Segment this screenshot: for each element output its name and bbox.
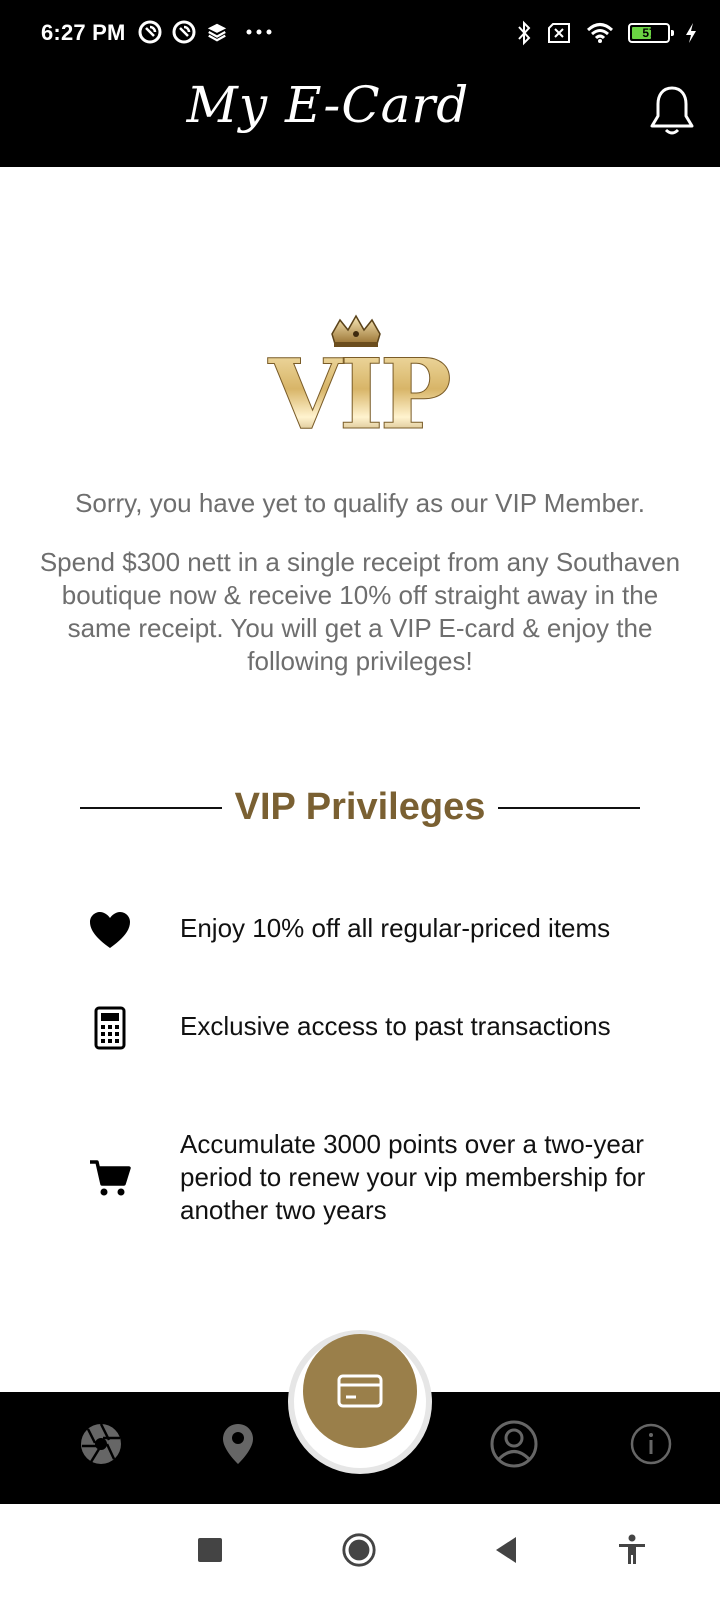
privileges-heading: VIP Privileges bbox=[80, 786, 640, 830]
aperture-icon bbox=[81, 1423, 121, 1464]
info-icon bbox=[630, 1423, 672, 1465]
accessibility-icon bbox=[619, 1534, 645, 1564]
vip-logo-text: VIP bbox=[267, 338, 449, 442]
accessibility-button[interactable] bbox=[614, 1532, 650, 1568]
status-system-icons: 57 bbox=[516, 20, 698, 46]
nav-gallery-button[interactable] bbox=[77, 1420, 125, 1468]
home-circle-icon bbox=[342, 1533, 376, 1567]
privilege-text: Exclusive access to past transactions bbox=[180, 1011, 611, 1041]
charging-icon bbox=[686, 23, 696, 43]
app-header: My E-Card bbox=[0, 70, 720, 167]
location-pin-icon bbox=[223, 1424, 253, 1464]
card-icon bbox=[337, 1374, 383, 1408]
nav-profile-button[interactable] bbox=[490, 1420, 538, 1468]
battery-level: 57 bbox=[642, 26, 656, 40]
status-time: 6:27 PM bbox=[41, 20, 126, 45]
privilege-text: Enjoy 10% off all regular-priced items bbox=[180, 913, 611, 943]
page-title: My E-Card bbox=[186, 76, 470, 134]
ecard-button[interactable] bbox=[303, 1334, 417, 1448]
more-dots-icon bbox=[246, 29, 272, 35]
profile-icon bbox=[490, 1420, 538, 1468]
layers-icon bbox=[207, 23, 227, 42]
notification-app-icon bbox=[172, 20, 196, 44]
recents-button[interactable] bbox=[192, 1532, 228, 1568]
bluetooth-icon bbox=[518, 20, 531, 46]
battery-tip bbox=[671, 30, 674, 36]
cart-icon bbox=[90, 1160, 131, 1196]
heart-icon bbox=[90, 912, 130, 948]
notification-app-icon bbox=[138, 20, 162, 44]
calculator-icon bbox=[94, 1006, 126, 1050]
bell-icon[interactable] bbox=[648, 84, 696, 138]
recents-square-icon bbox=[198, 1538, 222, 1562]
status-bar: 6:27 PM 57 bbox=[0, 0, 720, 70]
system-nav-bar bbox=[0, 1504, 720, 1600]
battery-icon: 57 bbox=[628, 23, 674, 43]
vip-logo: VIP bbox=[267, 314, 454, 442]
status-notification-icons bbox=[138, 20, 274, 44]
back-triangle-icon bbox=[496, 1537, 516, 1563]
home-button[interactable] bbox=[341, 1532, 377, 1568]
wifi-icon bbox=[586, 23, 614, 43]
nav-info-button[interactable] bbox=[627, 1420, 675, 1468]
privilege-text: Accumulate 3000 points over a two-year p… bbox=[180, 1129, 646, 1225]
no-sim-icon bbox=[548, 23, 570, 43]
not-qualified-message: Sorry, you have yet to qualify as our VI… bbox=[75, 488, 645, 518]
back-button[interactable] bbox=[488, 1532, 524, 1568]
nav-location-button[interactable] bbox=[214, 1420, 262, 1468]
divider-line bbox=[498, 807, 640, 809]
spend-requirement-message: Spend $300 nett in a single receipt from… bbox=[39, 547, 681, 676]
